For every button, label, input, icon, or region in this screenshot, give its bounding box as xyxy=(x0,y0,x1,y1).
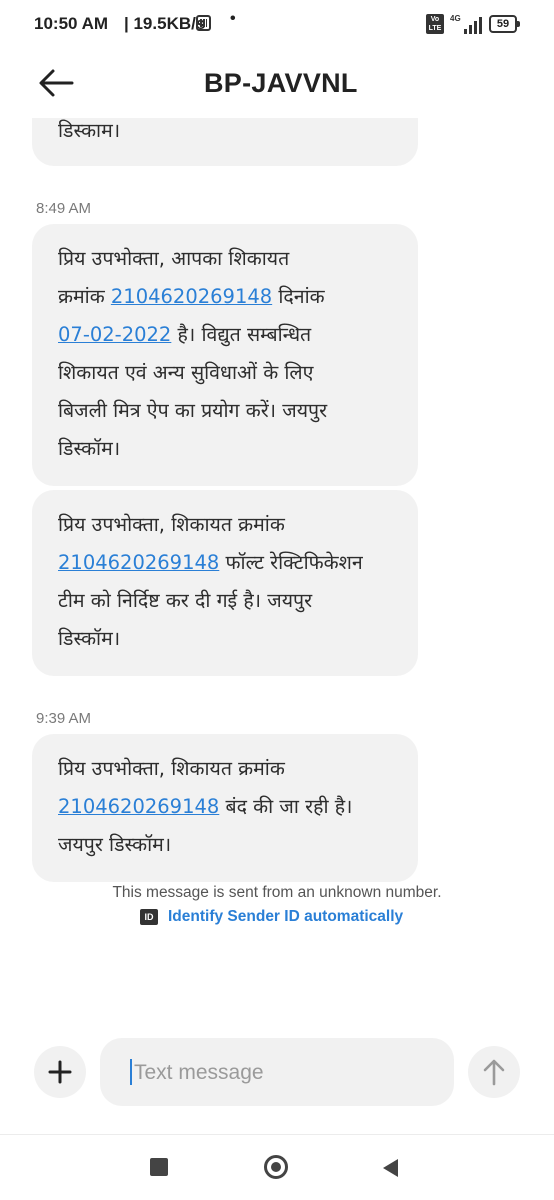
send-button[interactable] xyxy=(468,1046,520,1098)
message-line: क्रमांक 2104620269148 दिनांक xyxy=(58,278,392,316)
message-input-container[interactable] xyxy=(100,1038,454,1106)
nav-divider xyxy=(0,1134,554,1135)
complaint-number-link[interactable]: 2104620269148 xyxy=(111,285,272,308)
message-line: बिजली मित्र ऐप का प्रयोग करें। जयपुर xyxy=(58,399,328,422)
status-network-speed: | 19.5KB/s xyxy=(124,14,206,33)
message-line: डिस्कॉम। xyxy=(58,437,121,460)
notification-grid-icon xyxy=(196,15,211,31)
message-line: प्रिय उपभोक्ता, शिकायत क्रमांक xyxy=(58,757,285,780)
arrow-left-icon xyxy=(39,69,74,97)
message-line: जयपुर डिस्कॉम। xyxy=(58,833,172,856)
identify-sender-link[interactable]: ID Identify Sender ID automatically xyxy=(140,908,403,926)
message-line: 07-02-2022 है। विद्युत सम्बन्धित xyxy=(58,316,392,354)
message-input[interactable] xyxy=(132,1052,436,1094)
conversation-header: BP-JAVVNL xyxy=(0,50,554,118)
back-button[interactable] xyxy=(38,68,74,98)
message-text: बंद की जा रही है। xyxy=(219,795,353,818)
unknown-number-notice: This message is sent from an unknown num… xyxy=(112,884,442,901)
home-button[interactable] xyxy=(264,1155,288,1179)
arrow-up-icon xyxy=(483,1059,505,1086)
add-attachment-button[interactable] xyxy=(34,1046,86,1098)
message-line: टीम को निर्दिष्ट कर दी गई है। जयपुर xyxy=(58,589,313,612)
message-text: है। विद्युत सम्बन्धित xyxy=(171,323,312,346)
battery-icon: 59 xyxy=(489,15,520,33)
message-text: फॉल्ट रेक्टिफिकेशन xyxy=(219,551,363,574)
message-line: प्रिय उपभोक्ता, आपका शिकायत xyxy=(58,247,290,270)
message-timestamp: 8:49 AM xyxy=(36,200,92,217)
message-timestamp: 9:39 AM xyxy=(36,710,92,727)
message-line: 2104620269148 फॉल्ट रेक्टिफिकेशन xyxy=(58,544,392,582)
message-text: दिनांक xyxy=(272,285,325,308)
signal-icon xyxy=(462,16,484,34)
message-bubble-partial[interactable]: डिस्काम। xyxy=(32,118,418,166)
message-bubble[interactable]: प्रिय उपभोक्ता, शिकायत क्रमांक 210462026… xyxy=(32,734,418,882)
identify-sender-label: Identify Sender ID automatically xyxy=(168,908,404,925)
volte-icon: Vo LTE xyxy=(426,14,444,34)
recent-apps-button[interactable] xyxy=(150,1158,168,1176)
triangle-back-icon xyxy=(383,1159,398,1177)
date-link[interactable]: 07-02-2022 xyxy=(58,323,171,346)
message-text: डिस्काम। xyxy=(58,119,121,142)
plus-icon xyxy=(48,1060,72,1084)
network-type: 4G xyxy=(450,14,461,23)
message-text: क्रमांक xyxy=(58,285,111,308)
message-bubble[interactable]: प्रिय उपभोक्ता, आपका शिकायत क्रमांक 2104… xyxy=(32,224,418,486)
system-back-button[interactable] xyxy=(380,1157,400,1179)
message-bubble[interactable]: प्रिय उपभोक्ता, शिकायत क्रमांक 210462026… xyxy=(32,490,418,676)
message-line: प्रिय उपभोक्ता, शिकायत क्रमांक xyxy=(58,513,285,536)
message-line: डिस्कॉम। xyxy=(58,627,121,650)
status-time: 10:50 AM xyxy=(34,14,109,33)
status-bar: 10:50 AM | 19.5KB/s • Vo LTE 4G 59 xyxy=(0,0,554,50)
message-list[interactable]: डिस्काम। 8:49 AM प्रिय उपभोक्ता, आपका शि… xyxy=(0,118,554,1038)
complaint-number-link[interactable]: 2104620269148 xyxy=(58,795,219,818)
contact-title: BP-JAVVNL xyxy=(204,68,358,98)
complaint-number-link[interactable]: 2104620269148 xyxy=(58,551,219,574)
id-icon: ID xyxy=(140,909,158,925)
status-dot: • xyxy=(230,10,236,27)
message-line: शिकायत एवं अन्य सुविधाओं के लिए xyxy=(58,361,314,384)
message-line: 2104620269148 बंद की जा रही है। xyxy=(58,788,392,826)
